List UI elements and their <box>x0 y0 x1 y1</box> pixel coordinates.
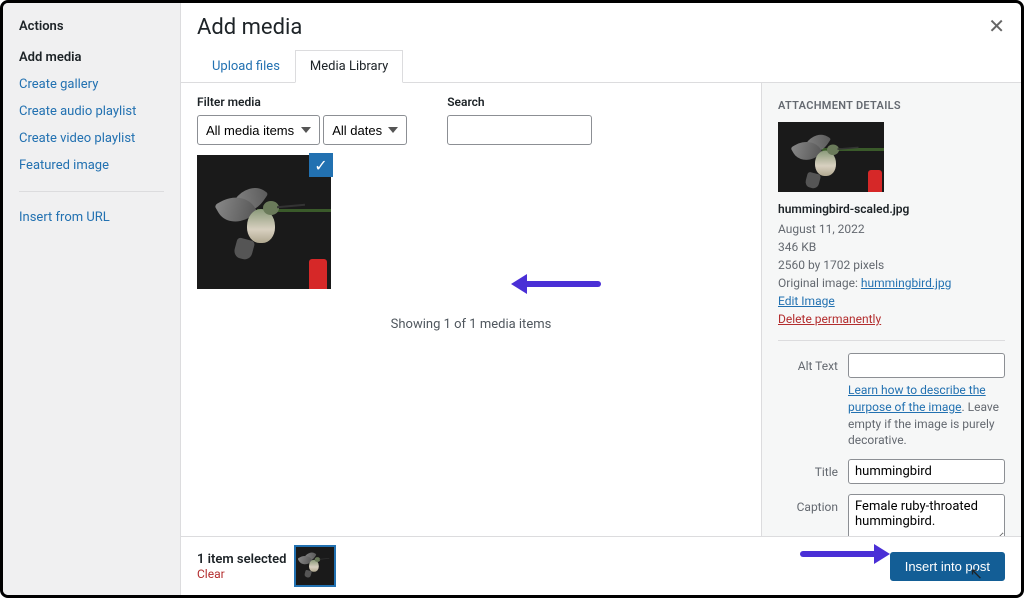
sidebar-insert-from-url[interactable]: Insert from URL <box>3 204 180 231</box>
thumbnail-grid: ✓ <box>197 155 745 289</box>
caption-input[interactable]: Female ruby-throated hummingbird. <box>848 494 1005 536</box>
original-image-link[interactable]: hummingbird.jpg <box>861 276 951 290</box>
caption-label: Caption <box>778 494 848 536</box>
title-field: Title <box>778 459 1005 484</box>
sidebar-divider <box>19 191 164 192</box>
showing-count: Showing 1 of 1 media items <box>197 317 745 332</box>
attachment-preview <box>778 122 884 192</box>
edit-image-link[interactable]: Edit Image <box>778 294 835 308</box>
selection-count: 1 item selected <box>197 552 286 567</box>
attachment-size: 346 KB <box>778 238 1005 256</box>
caption-field: Caption Female ruby-throated hummingbird… <box>778 494 1005 536</box>
clear-selection[interactable]: Clear <box>197 567 286 581</box>
search-label: Search <box>447 95 592 109</box>
media-thumbnail[interactable]: ✓ <box>197 155 331 289</box>
attachment-details: ATTACHMENT DETAILS hummingbird-scaled.jp… <box>761 83 1021 536</box>
insert-into-post-button[interactable]: Insert into post <box>890 552 1005 581</box>
actions-sidebar: Actions Add media Create gallery Create … <box>3 3 181 595</box>
alt-text-field: Alt Text Learn how to describe the purpo… <box>778 353 1005 449</box>
search-group: Search <box>447 95 592 145</box>
filter-row: Filter media All media items All dates S… <box>197 95 745 145</box>
modal-header: Add media <box>181 3 1021 40</box>
filter-media-label: Filter media <box>197 95 407 109</box>
selection-thumbnail[interactable] <box>296 547 334 585</box>
filter-media-group: Filter media All media items All dates <box>197 95 407 145</box>
alt-text-input[interactable] <box>848 353 1005 378</box>
cursor-icon: ↖ <box>970 564 983 583</box>
filter-date-select[interactable]: All dates <box>323 115 407 145</box>
tab-upload-files[interactable]: Upload files <box>197 50 295 83</box>
attachment-date: August 11, 2022 <box>778 220 1005 238</box>
sidebar-featured-image[interactable]: Featured image <box>3 152 180 179</box>
delete-permanently-link[interactable]: Delete permanently <box>778 312 881 326</box>
sidebar-current-action: Add media <box>3 44 180 71</box>
check-icon: ✓ <box>309 153 333 177</box>
attachment-dimensions: 2560 by 1702 pixels <box>778 256 1005 274</box>
title-input[interactable] <box>848 459 1005 484</box>
modal-title: Add media <box>197 15 1005 40</box>
filter-type-select[interactable]: All media items <box>197 115 320 145</box>
media-modal: Actions Add media Create gallery Create … <box>0 0 1024 598</box>
content-area: Filter media All media items All dates S… <box>181 83 1021 536</box>
alt-text-label: Alt Text <box>778 353 848 449</box>
details-heading: ATTACHMENT DETAILS <box>778 99 1005 112</box>
sidebar-create-gallery[interactable]: Create gallery <box>3 71 180 98</box>
selection-info: 1 item selected Clear <box>197 552 286 581</box>
sidebar-create-video-playlist[interactable]: Create video playlist <box>3 125 180 152</box>
main-panel: ✕ Add media Upload filesMedia Library Fi… <box>181 3 1021 595</box>
modal-toolbar: 1 item selected Clear Insert into post ↖ <box>181 536 1021 595</box>
annotation-arrow <box>800 551 886 557</box>
search-input[interactable] <box>447 115 592 145</box>
sidebar-heading: Actions <box>3 19 180 44</box>
details-divider <box>778 340 1005 341</box>
tab-media-library[interactable]: Media Library <box>295 50 403 83</box>
tab-bar: Upload filesMedia Library <box>181 50 1021 83</box>
alt-hint: Learn how to describe the purpose of the… <box>848 382 1005 449</box>
sidebar-create-audio-playlist[interactable]: Create audio playlist <box>3 98 180 125</box>
close-button[interactable]: ✕ <box>988 17 1005 37</box>
annotation-arrow <box>515 281 601 287</box>
attachment-filename: hummingbird-scaled.jpg <box>778 202 1005 216</box>
attachment-original: Original image: hummingbird.jpg <box>778 274 1005 292</box>
title-label: Title <box>778 459 848 484</box>
media-browser: Filter media All media items All dates S… <box>181 83 761 536</box>
